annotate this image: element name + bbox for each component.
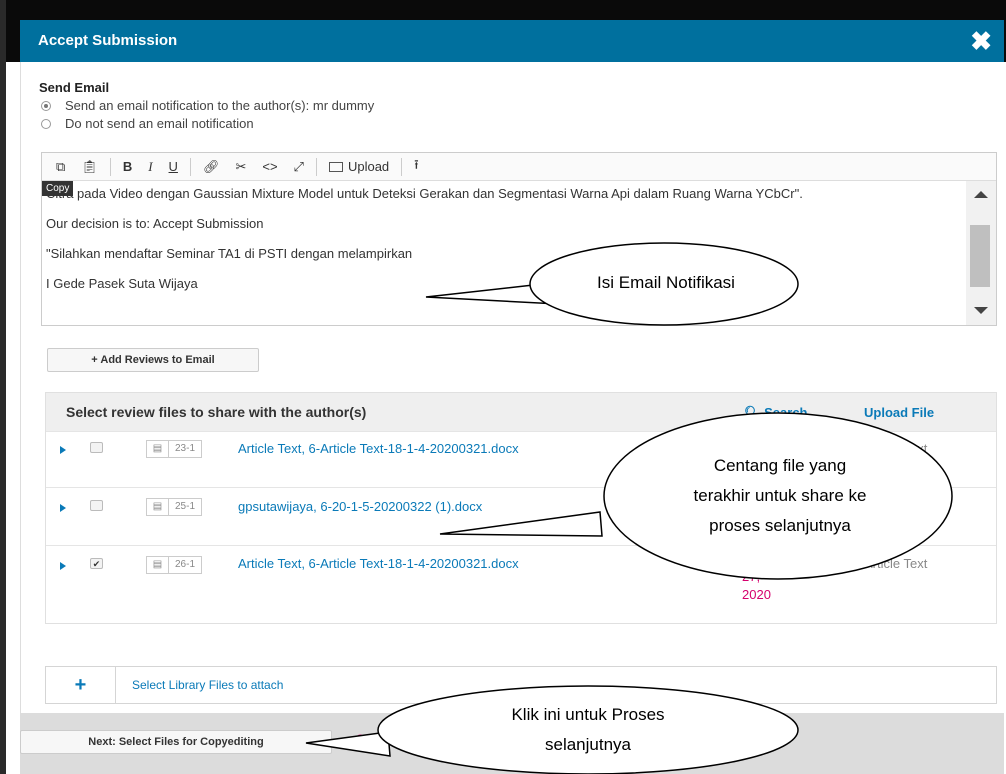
callout-files-line: terakhir untuk share ke	[693, 486, 867, 505]
upload-button[interactable]: Upload	[321, 156, 397, 178]
file-id-badge: ▤ 25-1	[146, 498, 203, 516]
scroll-thumb[interactable]	[970, 225, 990, 287]
library-files-section: + Select Library Files to attach	[45, 666, 997, 704]
file-checkbox[interactable]	[90, 500, 103, 511]
upload-file-link[interactable]: Upload File	[864, 405, 934, 420]
search-icon: 🔍︎	[744, 405, 761, 420]
file-id: 26-1	[175, 559, 196, 570]
file-link[interactable]: Article Text, 6-Article Text-18-1-4-2020…	[238, 556, 519, 571]
modal-body: Send Email Send an email notification to…	[20, 62, 1004, 774]
callout-files-text: Centang file yang terakhir untuk share k…	[620, 451, 940, 541]
grid-header: Select review files to share with the au…	[46, 393, 996, 431]
editor-toolbar: ⧉ 📋︎ B I U 🔗︎ ✂ <> ⤢ Upload ⭱	[42, 153, 996, 181]
date-month: March	[742, 551, 779, 566]
callout-files-line: proses selanjutnya	[709, 516, 851, 535]
bold-button[interactable]: B	[115, 156, 140, 178]
insert-icon[interactable]: ⭱	[406, 156, 427, 178]
radio-label: Send an email notification to the author…	[65, 98, 375, 113]
copy-tooltip: Copy	[42, 181, 74, 196]
send-email-label: Send Email	[39, 80, 110, 95]
file-checkbox-checked[interactable]: ✔	[90, 558, 103, 569]
date-year: 2020	[742, 587, 771, 602]
radio-label: Do not send an email notification	[65, 116, 254, 131]
radio-button[interactable]	[41, 100, 51, 111]
copy-icon[interactable]: ⧉	[48, 156, 73, 178]
email-line: "Silahkan mendaftar Seminar TA1 di PSTI …	[46, 246, 413, 261]
file-icon: ▤	[147, 499, 169, 515]
select-library-files-link[interactable]: Select Library Files to attach	[132, 678, 283, 692]
file-id-badge: ▤ 26-1	[146, 556, 203, 574]
expand-arrow-icon[interactable]	[60, 562, 66, 570]
next-select-files-button[interactable]: Next: Select Files for Copyediting	[20, 730, 332, 754]
accept-submission-modal: Accept Submission ✖ Send Email Send an e…	[6, 0, 1006, 774]
file-date: March 27, 2020	[742, 550, 778, 604]
callout-next-line: selanjutnya	[544, 735, 631, 754]
toolbar-divider	[189, 157, 191, 176]
file-id-badge: ▤ 23-1	[146, 440, 203, 458]
cancel-link[interactable]: Cancel	[356, 733, 390, 745]
date-day: 27,	[742, 569, 761, 584]
scroll-down-arrow-icon[interactable]	[974, 307, 988, 314]
toolbar-divider	[109, 157, 111, 176]
italic-button[interactable]: I	[140, 156, 160, 178]
file-id: 23-1	[175, 443, 196, 454]
toolbar-divider	[315, 157, 317, 176]
add-reviews-button[interactable]: + Add Reviews to Email	[47, 348, 259, 372]
paste-icon[interactable]: 📋︎	[73, 156, 106, 178]
email-line: I Gede Pasek Suta Wijaya	[46, 276, 198, 291]
add-library-file-button[interactable]: +	[46, 667, 116, 703]
email-line: Citra pada Video dengan Gaussian Mixture…	[46, 186, 803, 201]
radio-button[interactable]	[41, 118, 51, 129]
callout-next-line: Klik ini untuk Proses	[511, 705, 665, 724]
modal-title: Accept Submission	[38, 32, 178, 49]
file-checkbox[interactable]	[90, 442, 103, 453]
close-icon[interactable]: ✖	[970, 28, 992, 54]
callout-next-text: Klik ini untuk Proses selanjutnya	[468, 700, 708, 760]
file-link[interactable]: Article Text, 6-Article Text-18-1-4-2020…	[238, 441, 519, 456]
radio-no-email[interactable]: Do not send an email notification	[41, 116, 254, 131]
callout-email-text: Isi Email Notifikasi	[597, 273, 735, 292]
expand-arrow-icon[interactable]	[60, 504, 66, 512]
code-button[interactable]: <>	[254, 156, 285, 178]
unlink-icon[interactable]: ✂	[227, 156, 254, 178]
upload-label: Upload	[347, 159, 390, 174]
file-icon: ▤	[147, 441, 169, 457]
file-row: ✔ ▤ 26-1 Article Text, 6-Article Text-18-…	[46, 545, 996, 623]
file-link[interactable]: gpsutawijaya, 6-20-1-5-20200322 (1).docx	[238, 499, 482, 514]
file-id: 25-1	[175, 501, 196, 512]
callout-files-line: Centang file yang	[713, 456, 847, 475]
editor-scrollbar[interactable]	[966, 181, 996, 325]
grid-title: Select review files to share with the au…	[66, 404, 367, 420]
email-body-editor[interactable]: ⧉ 📋︎ B I U 🔗︎ ✂ <> ⤢ Upload ⭱ Copy Citra…	[41, 152, 997, 326]
fullscreen-icon[interactable]: ⤢	[286, 156, 312, 178]
modal-header: Accept Submission ✖	[20, 20, 1004, 62]
scroll-up-arrow-icon[interactable]	[974, 191, 988, 198]
expand-arrow-icon[interactable]	[60, 446, 66, 454]
search-label: Search	[764, 405, 808, 420]
image-icon	[328, 161, 343, 172]
toolbar-divider	[401, 157, 403, 176]
underline-button[interactable]: U	[161, 156, 186, 178]
file-type: Article Text	[864, 556, 928, 571]
email-line: Our decision is to: Accept Submission	[46, 216, 264, 231]
email-body-text[interactable]: Citra pada Video dengan Gaussian Mixture…	[46, 185, 946, 323]
link-icon[interactable]: 🔗︎	[195, 156, 228, 178]
radio-send-email[interactable]: Send an email notification to the author…	[41, 98, 374, 113]
search-link[interactable]: 🔍︎ Search	[744, 405, 808, 421]
file-icon: ▤	[147, 557, 169, 573]
